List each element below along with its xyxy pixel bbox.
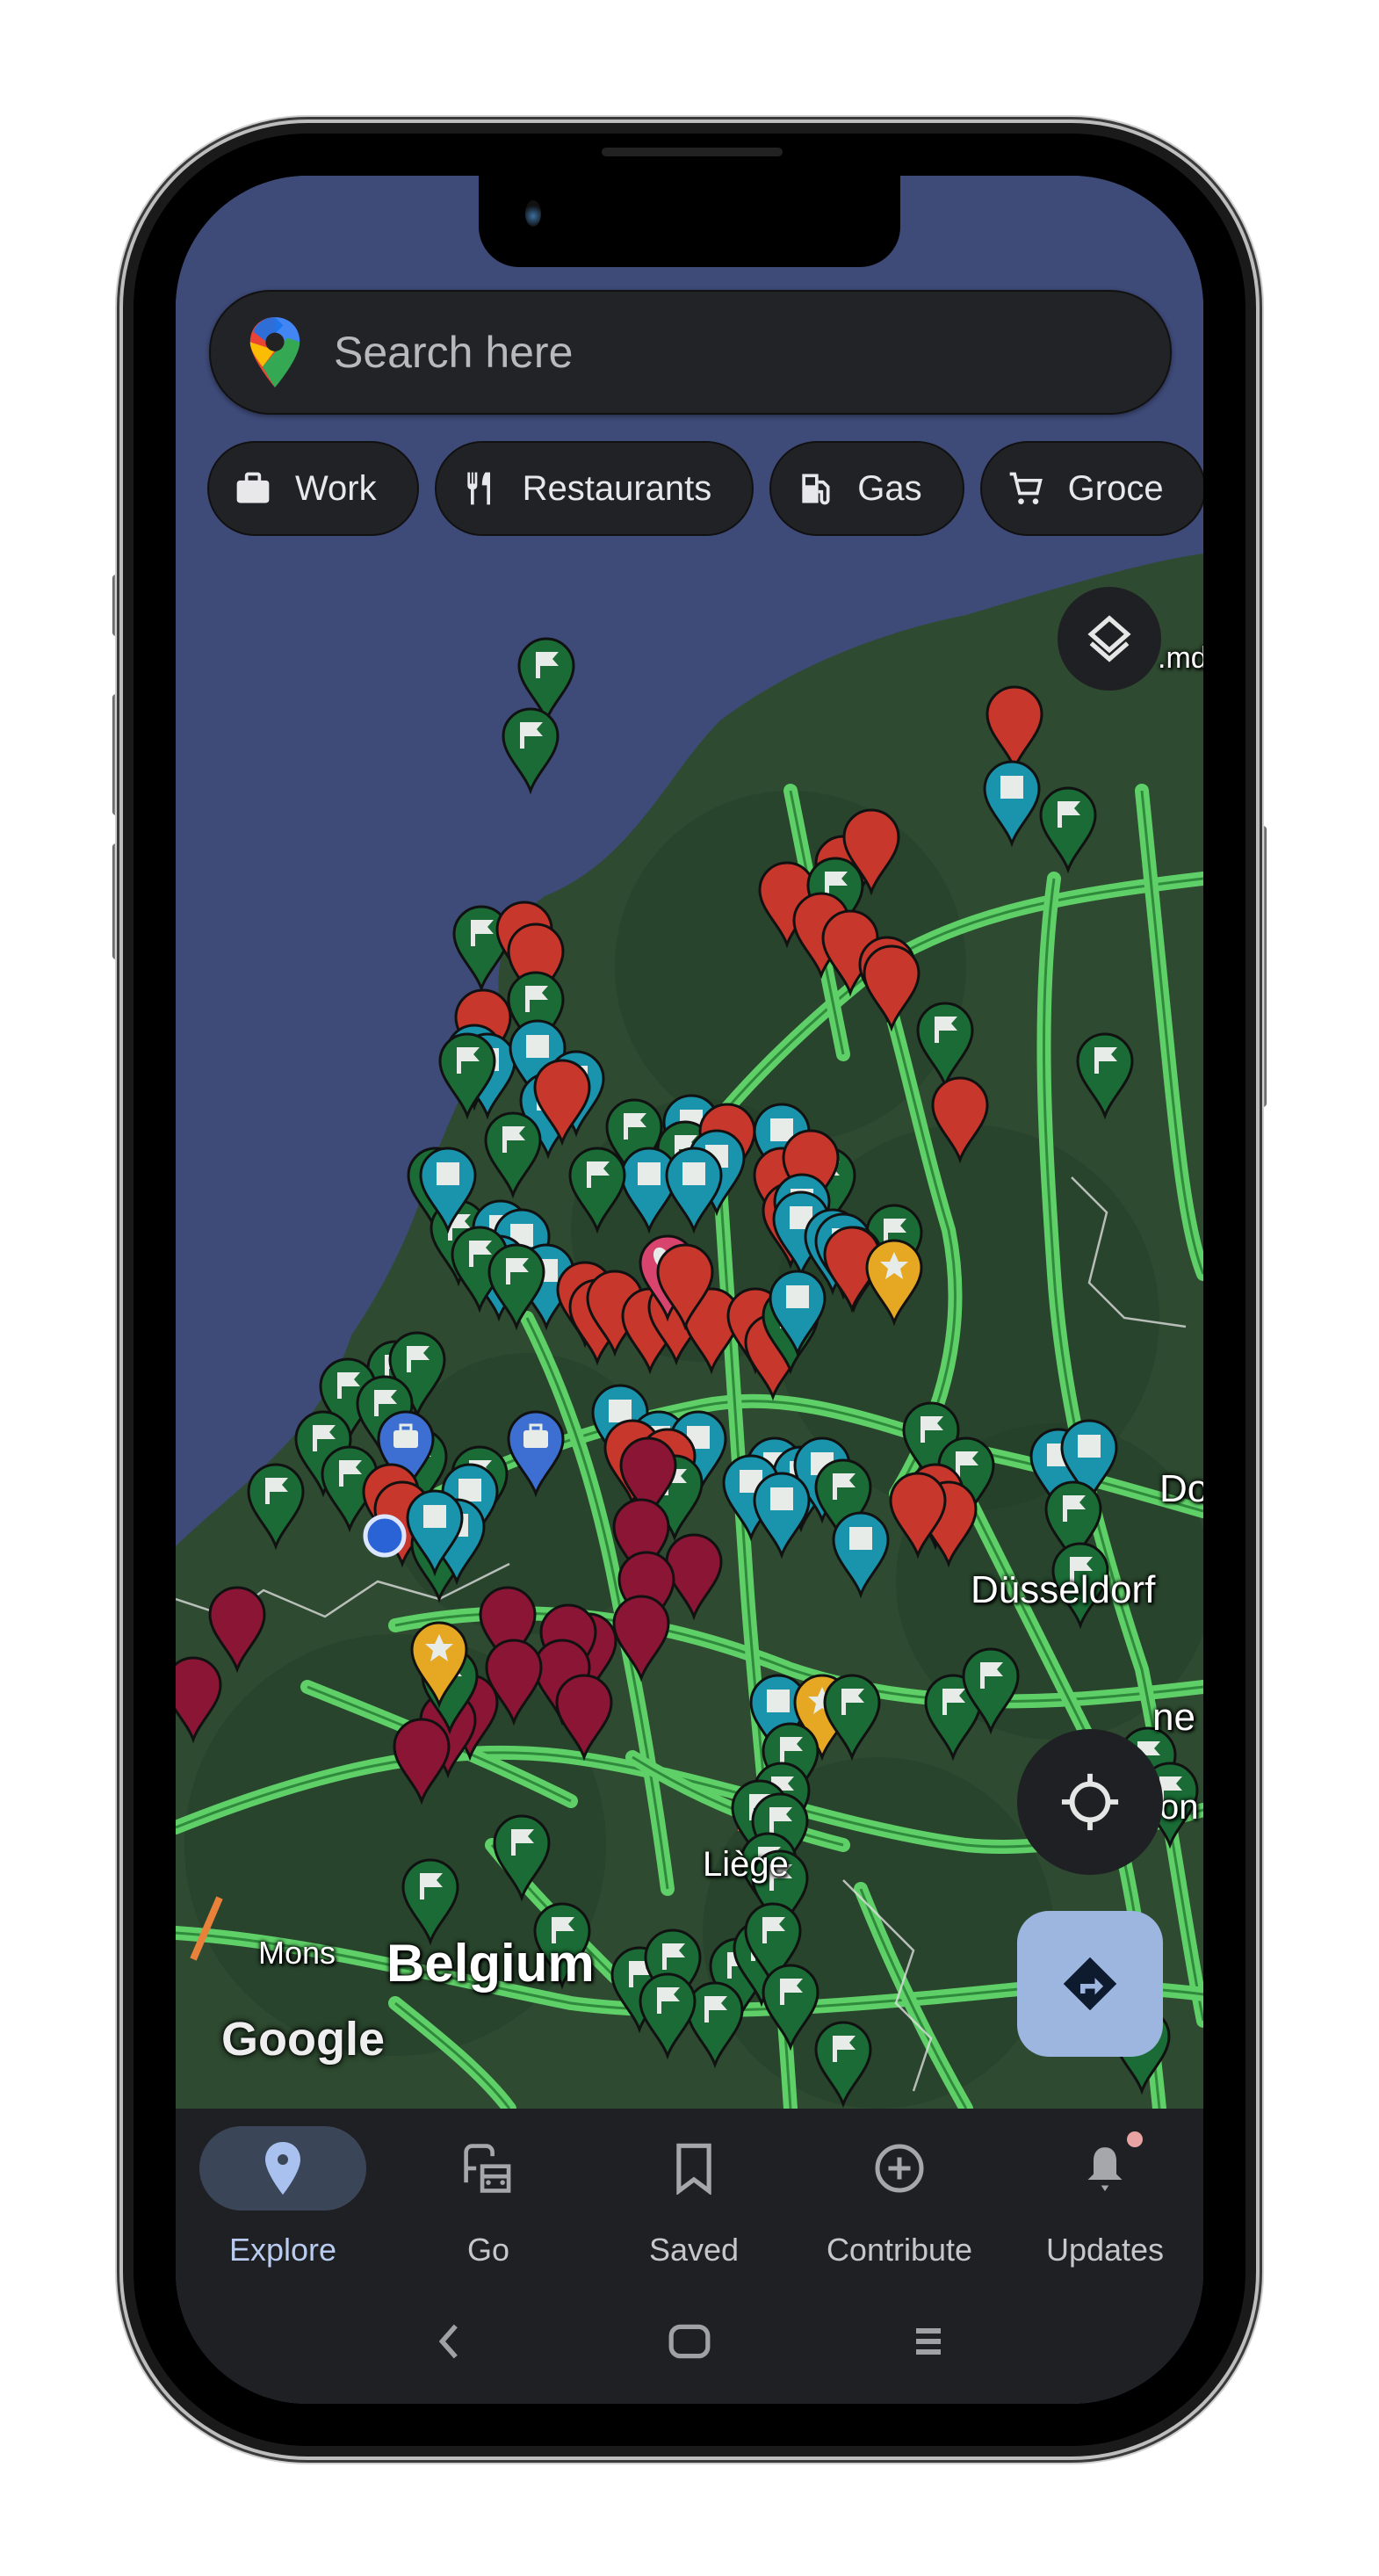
fork-knife-icon [466,472,490,505]
chip-groceries[interactable]: Groce [979,441,1203,536]
nav-contribute-pill [816,2126,983,2211]
search-input[interactable]: Search here [334,327,573,378]
nav-updates[interactable]: Updates [1002,2126,1203,2293]
map-label-liege: Liège [703,1845,789,1884]
layers-icon [1087,615,1131,662]
system-recents-button[interactable] [898,2311,959,2372]
chip-label: Work [295,468,377,508]
square-icon [638,1162,661,1185]
nav-saved-pill [610,2126,777,2211]
gas-pump-icon [802,474,830,505]
square-icon [770,1118,793,1141]
volume-up-button [112,694,121,815]
square-icon [770,1487,793,1510]
nav-explore-pill [199,2126,366,2211]
nav-contribute[interactable]: Contribute [797,2126,1002,2293]
add-circle-icon [875,2144,924,2193]
notification-badge [1127,2131,1143,2147]
phone-screen: .md Do Düsseldorf ne on Liège Mons Belgi… [176,176,1203,2404]
chip-label: Restaurants [522,468,712,508]
front-camera [525,200,541,227]
google-maps-logo-icon [249,317,300,387]
square-icon [1000,776,1023,799]
back-chevron-icon [438,2324,458,2359]
location-pin-icon [265,2142,300,2195]
map-label-ne: ne [1152,1696,1195,1739]
my-location-dot [363,1514,407,1558]
square-icon [767,1690,790,1712]
google-watermark: Google [221,2013,385,2066]
system-home-button[interactable] [659,2311,720,2372]
nav-label: Saved [648,2232,740,2268]
briefcase-icon [523,1430,548,1448]
square-icon [849,1527,872,1550]
nav-label: Go [466,2232,510,2268]
category-chips: Work Restaurants Gas Groce [207,441,1203,536]
layers-button[interactable] [1058,587,1161,691]
my-location-button[interactable] [1017,1729,1163,1875]
chip-restaurants[interactable]: Restaurants [434,441,754,536]
nav-go[interactable]: Go [386,2126,591,2293]
bell-icon [1087,2147,1123,2191]
volume-down-button [112,843,121,959]
power-button [1258,826,1267,1107]
map-label-dusseldorf: Düsseldorf [971,1568,1156,1611]
square-icon [458,1479,481,1501]
directions-button[interactable] [1017,1911,1163,2057]
map-label-bonn: on [1159,1788,1199,1827]
earpiece-speaker [602,148,783,156]
nav-label: Updates [1045,2232,1165,2268]
nav-label: Contribute [826,2232,973,2268]
nav-go-pill [405,2126,572,2211]
chip-gas[interactable]: Gas [769,441,964,536]
chip-label: Groce [1067,468,1164,508]
chip-label: Gas [857,468,922,508]
system-navigation-bar [176,2311,1203,2381]
map-label-do: Do [1159,1467,1203,1510]
bookmark-icon [676,2143,711,2195]
map-label-mons: Mons [258,1935,336,1971]
recents-lines-icon [916,2328,941,2355]
map-label-md: .md [1158,641,1203,675]
shopping-cart-icon [1009,472,1043,504]
square-icon [423,1505,446,1528]
nav-explore[interactable]: Explore [180,2126,386,2293]
briefcase-icon [393,1430,418,1448]
nav-label: Explore [228,2232,337,2268]
square-icon [682,1162,705,1185]
square-icon [609,1400,632,1422]
directions-diamond-icon [1063,1957,1117,2011]
map-label-belgium: Belgium [386,1934,595,1993]
notch [479,176,900,267]
square-icon [437,1162,459,1185]
briefcase-icon [236,472,270,503]
home-square-icon [668,2324,711,2359]
square-icon [1078,1435,1101,1458]
commute-icon [464,2144,511,2193]
nav-updates-pill [1022,2126,1188,2211]
mute-switch [112,575,121,636]
search-bar[interactable]: Search here [209,290,1172,415]
chip-work[interactable]: Work [207,441,419,536]
square-icon [526,1035,549,1058]
square-icon [786,1285,809,1308]
crosshair-icon [1061,1773,1119,1831]
system-back-button[interactable] [417,2311,479,2372]
nav-saved[interactable]: Saved [591,2126,797,2293]
